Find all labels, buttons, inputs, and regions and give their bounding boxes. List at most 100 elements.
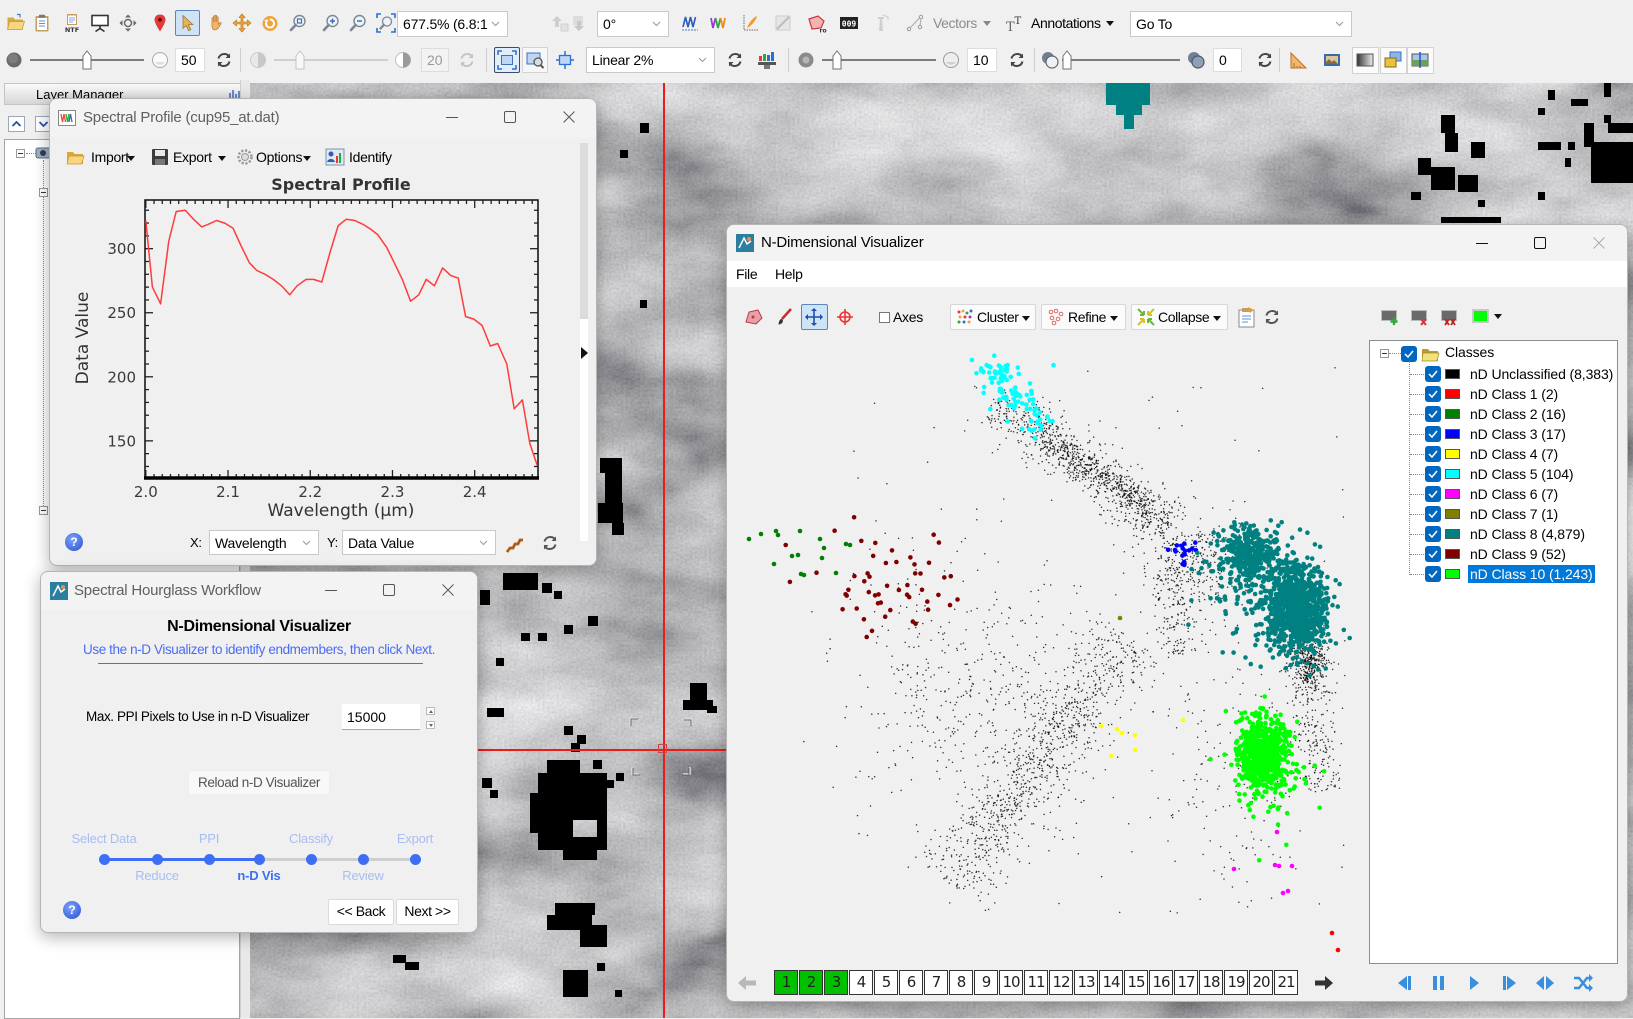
step-dot[interactable]: [358, 854, 369, 865]
splitter-handle[interactable]: [580, 143, 588, 319]
next-button[interactable]: Next >>: [396, 899, 459, 925]
view-image-icon[interactable]: [1321, 49, 1343, 71]
annotations-menu-label[interactable]: Annotations: [1031, 15, 1101, 31]
spectral-library-icon[interactable]: [707, 12, 729, 34]
options-menu-button[interactable]: Options: [236, 146, 318, 168]
add-class-icon[interactable]: [1380, 307, 1400, 327]
center-on-data-icon[interactable]: [554, 49, 576, 71]
maximize-button[interactable]: [502, 109, 518, 125]
presentation-view-icon[interactable]: [89, 12, 111, 34]
select-arrow-icon[interactable]: [176, 12, 198, 34]
expand-panel-arrow-icon[interactable]: [581, 347, 588, 359]
annotations-icon[interactable]: TT: [1004, 12, 1026, 34]
spin-down-button[interactable]: [426, 721, 435, 729]
minimize-button[interactable]: [1474, 235, 1490, 251]
pixel-locator-icon[interactable]: 009: [838, 12, 860, 34]
step-label[interactable]: Classify: [289, 831, 333, 846]
step-label[interactable]: Reduce: [135, 868, 179, 883]
flicker-icon[interactable]: [1382, 49, 1404, 71]
pin-location-icon[interactable]: [149, 12, 171, 34]
nd-scatter-plot[interactable]: [727, 288, 1369, 964]
goto-combo[interactable]: Go To: [1130, 11, 1352, 37]
tree-expander-icon[interactable]: [39, 506, 48, 515]
refresh-plot-icon[interactable]: [540, 533, 560, 553]
plot-style-icon[interactable]: [504, 532, 524, 554]
max-pixels-input[interactable]: [342, 704, 420, 730]
step-label[interactable]: n-D Vis: [237, 868, 280, 883]
class-color-dropdown-caret[interactable]: [1494, 314, 1502, 319]
close-button[interactable]: [440, 582, 456, 598]
brightness-input[interactable]: [175, 48, 205, 72]
close-button[interactable]: [561, 109, 577, 125]
hourglass-titlebar[interactable]: Spectral Hourglass Workflow: [41, 572, 477, 610]
reset-brightness-icon[interactable]: [213, 49, 235, 71]
tree-expander-icon[interactable]: [39, 188, 48, 197]
step-dot[interactable]: [410, 854, 421, 865]
fit-to-view-icon[interactable]: [496, 49, 518, 71]
nd-titlebar[interactable]: N-Dimensional Visualizer: [727, 225, 1627, 261]
step-dot[interactable]: [254, 854, 265, 865]
step-dot[interactable]: [306, 854, 317, 865]
slider-thumb[interactable]: [832, 50, 842, 70]
maximize-button[interactable]: [381, 582, 397, 598]
step-label[interactable]: Review: [342, 868, 383, 883]
minimize-button[interactable]: [323, 582, 339, 598]
reload-nd-visualizer-button[interactable]: Reload n-D Visualizer: [188, 770, 330, 795]
export-menu-button[interactable]: Export: [151, 146, 231, 168]
pan-hand-icon[interactable]: [205, 12, 227, 34]
blend-icon[interactable]: [1354, 49, 1376, 71]
sharpen-slider[interactable]: [822, 50, 936, 70]
rotate-tool-icon[interactable]: [259, 12, 281, 34]
step-dot[interactable]: [204, 854, 215, 865]
step-label[interactable]: Export: [397, 831, 433, 846]
histogram-stretch-icon[interactable]: [756, 49, 778, 71]
menu-help[interactable]: Help: [775, 266, 803, 282]
maximize-button[interactable]: [1532, 235, 1548, 251]
spectral-profile-chart[interactable]: Spectral Profile Wavelength (µm) Data Va…: [50, 166, 597, 526]
step-dot[interactable]: [152, 854, 163, 865]
zoom-level-combo[interactable]: 677.5% (6.8:1: [397, 11, 508, 37]
transparency-slider[interactable]: [1062, 50, 1180, 70]
reset-stretch-icon[interactable]: [724, 49, 746, 71]
back-button[interactable]: << Back: [328, 899, 394, 925]
sharpen-input[interactable]: [967, 48, 997, 72]
fly-move-icon[interactable]: [231, 12, 253, 34]
brightness-slider[interactable]: [30, 50, 144, 70]
import-menu-button[interactable]: Import: [66, 146, 148, 168]
spin-up-button[interactable]: [426, 707, 435, 715]
help-icon[interactable]: ?: [65, 533, 83, 551]
roi-tool-icon[interactable]: roi: [806, 12, 828, 34]
zoom-to-data-icon[interactable]: [524, 49, 546, 71]
vectors-icon[interactable]: [904, 12, 926, 34]
measure-ruler-icon[interactable]: [1288, 49, 1310, 71]
identify-button[interactable]: Identify: [325, 146, 395, 168]
scatter-plot-icon[interactable]: [740, 12, 762, 34]
reset-transparency-icon[interactable]: [1254, 49, 1276, 71]
class-color-swatch[interactable]: [1472, 309, 1489, 323]
x-axis-select[interactable]: Wavelength: [209, 530, 319, 555]
reset-sharpen-icon[interactable]: [1006, 49, 1028, 71]
delete-class-icon[interactable]: [1410, 307, 1430, 327]
ntf-metadata-icon[interactable]: NTF: [61, 12, 83, 34]
vectors-menu-label[interactable]: Vectors: [933, 15, 977, 31]
zoom-out-icon[interactable]: [347, 12, 369, 34]
menu-file[interactable]: File: [736, 266, 757, 282]
help-icon[interactable]: ?: [63, 901, 81, 919]
step-label[interactable]: PPI: [199, 831, 219, 846]
rotation-combo[interactable]: 0°: [597, 11, 669, 37]
zoom-to-box-icon[interactable]: [375, 12, 397, 34]
zoom-in-icon[interactable]: [320, 12, 342, 34]
minimize-button[interactable]: [444, 109, 460, 125]
slider-thumb[interactable]: [1062, 50, 1072, 70]
layer-properties-icon[interactable]: [31, 12, 53, 34]
open-file-icon[interactable]: [5, 12, 27, 34]
tree-expander-icon[interactable]: [16, 149, 25, 158]
step-dot[interactable]: [99, 854, 110, 865]
plot-side-splitter[interactable]: [580, 143, 588, 541]
move-layer-up-button[interactable]: [8, 116, 25, 132]
vectors-dropdown-caret[interactable]: [983, 21, 991, 26]
annotations-dropdown-caret[interactable]: [1106, 21, 1114, 26]
zoom-fixed-icon[interactable]: [287, 12, 309, 34]
slider-track[interactable]: [1062, 59, 1180, 61]
slider-thumb[interactable]: [82, 50, 92, 70]
